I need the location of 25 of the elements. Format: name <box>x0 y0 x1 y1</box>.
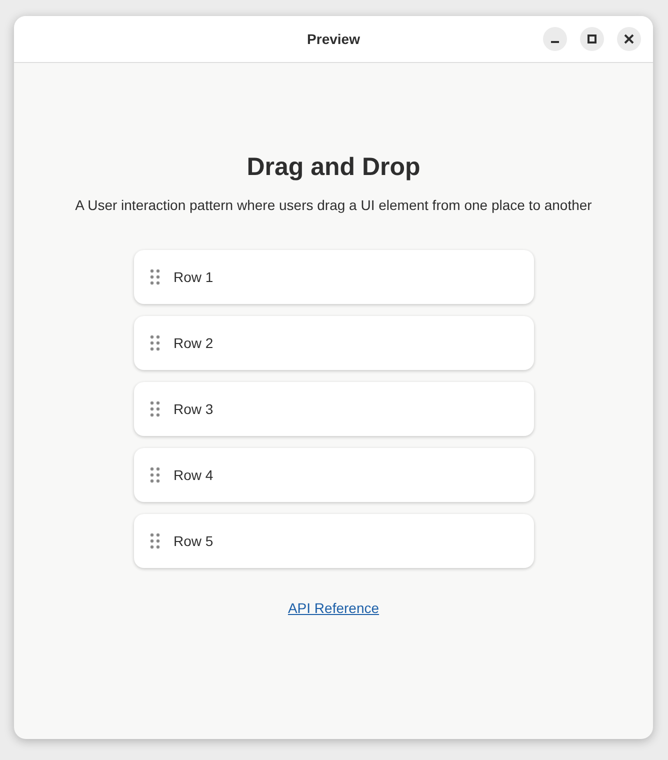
drag-handle-icon[interactable] <box>150 533 160 549</box>
drag-handle-icon[interactable] <box>150 269 160 285</box>
row-label: Row 5 <box>174 533 214 549</box>
drag-handle-icon[interactable] <box>150 467 160 483</box>
window-title: Preview <box>307 31 360 47</box>
row-label: Row 4 <box>174 467 214 483</box>
draggable-row[interactable]: Row 4 <box>134 448 534 502</box>
description: A User interaction pattern where users drag a UI element from one place to another <box>74 196 593 215</box>
close-icon <box>624 34 634 44</box>
minimize-button[interactable] <box>543 27 567 51</box>
draggable-row[interactable]: Row 5 <box>134 514 534 568</box>
row-label: Row 1 <box>174 269 214 285</box>
page-heading: Drag and Drop <box>246 153 420 182</box>
minimize-icon <box>551 41 559 43</box>
maximize-button[interactable] <box>580 27 604 51</box>
drag-handle-icon[interactable] <box>150 335 160 351</box>
drag-handle-icon[interactable] <box>150 401 160 417</box>
draggable-row[interactable]: Row 3 <box>134 382 534 436</box>
draggable-row[interactable]: Row 1 <box>134 250 534 304</box>
api-reference-link[interactable]: API Reference <box>288 600 380 616</box>
row-label: Row 2 <box>174 335 214 351</box>
draggable-row[interactable]: Row 2 <box>134 316 534 370</box>
maximize-icon <box>587 34 597 44</box>
close-button[interactable] <box>617 27 641 51</box>
row-label: Row 3 <box>174 401 214 417</box>
